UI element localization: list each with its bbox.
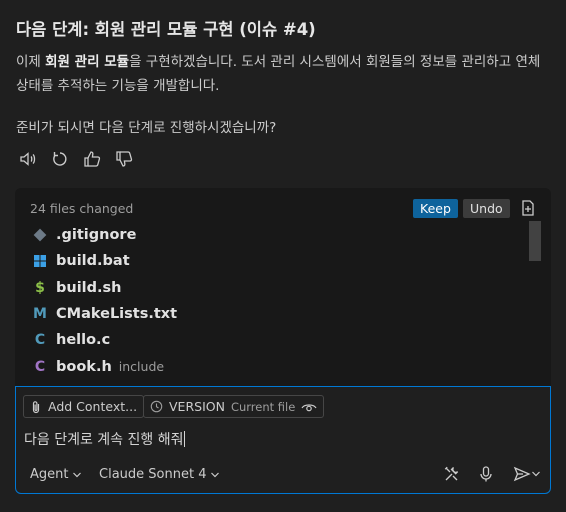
file-name: hello.c [56,332,111,349]
file-name: build.sh [56,279,122,296]
speaker-icon[interactable] [18,149,38,169]
context-file-name: VERSION [169,399,225,414]
chevron-down-icon[interactable] [531,470,541,478]
chevron-down-icon [73,472,82,477]
file-row[interactable]: M CMakeLists.txt [32,301,512,327]
files-changed-count: 24 files changed [30,201,134,216]
file-name: .gitignore [56,227,137,244]
add-context-button[interactable]: Add Context... [23,395,145,418]
tools-icon[interactable] [442,464,462,484]
file-row[interactable]: C hello.c [32,327,512,353]
file-row[interactable]: C book.h include [32,353,512,379]
model-label: Claude Sonnet 4 [99,467,207,482]
response-question: 준비가 되시면 다음 단계로 진행하시겠습니까? [16,120,277,136]
windows-icon [32,253,48,269]
para-text: 이제 [16,54,46,70]
chevron-down-icon [211,472,220,477]
changed-file-list: .gitignore build.bat $ build.sh M CMakeL… [32,222,512,380]
paperclip-icon [32,400,40,413]
chat-input[interactable]: 다음 단계로 계속 진행 해줘 [24,429,186,449]
shell-icon: $ [35,279,45,296]
context-file-chip[interactable]: VERSION Current file [143,395,325,418]
send-button[interactable] [510,464,544,484]
agent-mode-label: Agent [30,467,69,482]
microphone-icon[interactable] [476,464,496,484]
file-row[interactable]: .gitignore [32,222,512,248]
retry-icon[interactable] [50,149,70,169]
file-row[interactable]: $ build.sh [32,275,512,301]
input-actions [442,464,544,484]
git-icon [32,227,48,243]
open-changes-icon[interactable] [518,198,538,218]
file-name: book.h [56,358,112,375]
model-picker[interactable]: Claude Sonnet 4 [99,467,220,482]
keep-button[interactable]: Keep [413,199,458,218]
chat-input-box: Add Context... VERSION Current file 다음 단… [15,386,551,494]
send-icon [513,466,531,482]
feedback-bar [18,148,134,170]
file-row[interactable]: build.bat [32,248,512,274]
agent-mode-picker[interactable]: Agent [30,467,82,482]
undo-button[interactable]: Undo [463,199,510,218]
context-file-sub: Current file [230,399,296,414]
response-paragraph: 이제 회원 관리 모듈을 구현하겠습니다. 도서 관리 시스템에서 회원들의 정… [16,50,556,98]
add-context-label: Add Context... [48,399,138,414]
cmake-icon: M [33,306,47,323]
thumbs-down-icon[interactable] [114,149,134,169]
file-name: build.bat [56,253,130,270]
chat-panel: 다음 단계: 회원 관리 모듈 구현 (이슈 #4) 이제 회원 관리 모듈을 … [0,0,566,512]
clock-icon [150,400,163,413]
para-bold-text: 회원 관리 모듈 [45,54,130,70]
response-heading: 다음 단계: 회원 관리 모듈 구현 (이슈 #4) [16,20,316,39]
h-file-icon: C [34,358,46,375]
changed-files-panel: 24 files changed Keep Undo .gitignore bu… [15,188,551,386]
chat-input-text: 다음 단계로 계속 진행 해줘 [24,432,184,448]
eye-icon[interactable] [301,401,317,413]
file-name: CMakeLists.txt [56,306,178,323]
c-file-icon: C [34,332,46,349]
text-caret [184,431,186,447]
file-list-scrollbar[interactable] [529,221,541,261]
file-directory: include [118,359,165,375]
thumbs-up-icon[interactable] [82,149,102,169]
